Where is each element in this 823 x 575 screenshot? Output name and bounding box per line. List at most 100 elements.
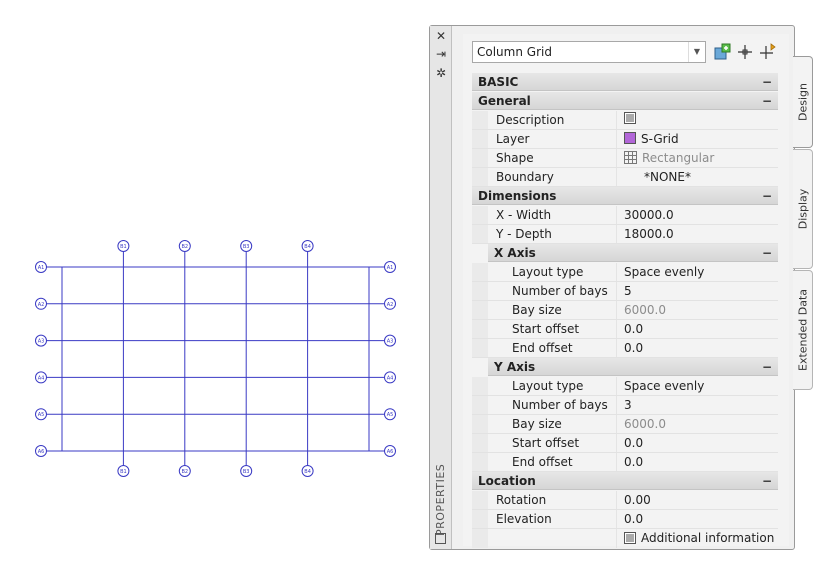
grid-bubble-label[interactable]: A2 xyxy=(387,302,394,308)
object-type-dropdown[interactable]: Column Grid ▼ xyxy=(472,41,706,63)
property-value[interactable]: 0.0 xyxy=(624,320,643,339)
tab-extended-data[interactable]: Extended Data xyxy=(793,270,813,390)
column-divider xyxy=(616,320,617,338)
column-divider xyxy=(616,111,617,129)
grid-boundary[interactable] xyxy=(61,266,370,452)
property-value[interactable]: 6000.0 xyxy=(624,301,666,320)
collapse-icon[interactable]: − xyxy=(762,244,772,262)
palette-settings-icon[interactable]: ✲ xyxy=(434,66,448,80)
property-row-rotation[interactable]: Rotation 0.00 xyxy=(472,491,778,510)
property-label: Layer xyxy=(496,132,530,146)
property-value[interactable]: 0.00 xyxy=(624,491,651,510)
property-row[interactable]: Bay size 6000.0 xyxy=(472,415,778,434)
grid-bubble-label[interactable]: B2 xyxy=(181,469,188,475)
property-value[interactable]: 18000.0 xyxy=(624,225,674,244)
collapse-icon[interactable]: − xyxy=(762,472,772,490)
grid-bubble-label[interactable]: A3 xyxy=(38,339,45,345)
description-button[interactable] xyxy=(624,111,636,130)
add-object-icon[interactable] xyxy=(713,43,731,61)
description-icon[interactable] xyxy=(624,112,636,124)
property-value[interactable]: Space evenly xyxy=(624,377,704,396)
property-row-shape[interactable]: Shape Rectangular xyxy=(472,149,778,168)
section-dimensions[interactable]: Dimensions − xyxy=(472,187,778,205)
grid-bubble-label[interactable]: A6 xyxy=(38,449,45,455)
property-row-boundary[interactable]: Boundary *NONE* xyxy=(472,168,778,187)
section-basic[interactable]: BASIC − xyxy=(472,73,778,91)
property-row[interactable]: Start offset 0.0 xyxy=(472,320,778,339)
column-grid-drawing[interactable]: A1 A1 A2 A2 A3 A3 A4 A4 A5 A5 A6 A6 B1 B1 B2 B2 B3 B3 B4 B4 xyxy=(0,0,430,572)
property-row-description[interactable]: Description xyxy=(472,111,778,130)
grid-bubble-label[interactable]: A4 xyxy=(38,375,45,381)
grid-bubble-label[interactable]: A4 xyxy=(387,375,394,381)
row-gutter xyxy=(472,168,488,186)
grid-bubble-label[interactable]: B2 xyxy=(181,244,188,250)
property-row[interactable]: Number of bays 5 xyxy=(472,282,778,301)
grid-bubble-label[interactable]: A1 xyxy=(38,265,45,271)
section-location[interactable]: Location − xyxy=(472,472,778,490)
property-value[interactable]: Space evenly xyxy=(624,263,704,282)
grid-bubble-label[interactable]: B1 xyxy=(120,244,127,250)
tab-design[interactable]: Design xyxy=(793,56,813,148)
collapse-icon[interactable]: − xyxy=(762,92,772,110)
property-value[interactable]: 0.0 xyxy=(624,510,643,529)
row-gutter xyxy=(472,149,488,167)
additional-information-row[interactable]: Additional information xyxy=(472,529,778,548)
layer-value[interactable]: S-Grid xyxy=(624,130,679,149)
property-row-y-depth[interactable]: Y - Depth 18000.0 xyxy=(472,225,778,244)
collapse-icon[interactable]: − xyxy=(762,187,772,205)
collapse-icon[interactable]: − xyxy=(762,358,772,376)
property-row[interactable]: End offset 0.0 xyxy=(472,453,778,472)
property-label: Shape xyxy=(496,151,534,165)
quick-select-icon[interactable] xyxy=(759,43,777,61)
grid-bubble-label[interactable]: B4 xyxy=(304,469,311,475)
collapse-icon[interactable]: − xyxy=(762,73,772,91)
grid-bubble-label[interactable]: A1 xyxy=(387,265,394,271)
property-row[interactable]: End offset 0.0 xyxy=(472,339,778,358)
tab-display[interactable]: Display xyxy=(793,149,813,269)
property-row-x-width[interactable]: X - Width 30000.0 xyxy=(472,206,778,225)
section-general[interactable]: General − xyxy=(472,92,778,110)
grid-bubble-label[interactable]: A5 xyxy=(38,412,45,418)
property-value[interactable]: 6000.0 xyxy=(624,415,666,434)
grid-bubble-label[interactable]: B3 xyxy=(243,244,250,250)
auto-hide-icon[interactable]: ⇥ xyxy=(434,47,448,61)
section-title: Location xyxy=(478,474,536,488)
chevron-down-icon[interactable]: ▼ xyxy=(688,42,705,62)
property-value[interactable]: 3 xyxy=(624,396,632,415)
grid-bubble-label[interactable]: A6 xyxy=(387,449,394,455)
property-row[interactable]: Number of bays 3 xyxy=(472,396,778,415)
property-row-elevation[interactable]: Elevation 0.0 xyxy=(472,510,778,529)
boundary-value[interactable]: *NONE* xyxy=(644,168,691,187)
grid-bubble-label[interactable]: A3 xyxy=(387,339,394,345)
column-divider xyxy=(616,415,617,433)
drawing-canvas[interactable]: A1 A1 A2 A2 A3 A3 A4 A4 A5 A5 A6 A6 B1 B1 B2 B2 B3 B3 B4 B4 xyxy=(0,0,430,572)
grid-bubble-label[interactable]: B3 xyxy=(243,469,250,475)
palette-options-icon[interactable] xyxy=(435,533,446,544)
property-row[interactable]: Bay size 6000.0 xyxy=(472,301,778,320)
property-value[interactable]: 5 xyxy=(624,282,632,301)
shape-value[interactable]: Rectangular xyxy=(624,149,714,168)
property-value[interactable]: 0.0 xyxy=(624,339,643,358)
column-divider xyxy=(616,225,617,243)
property-value[interactable]: 30000.0 xyxy=(624,206,674,225)
property-value[interactable]: 0.0 xyxy=(624,434,643,453)
palette-title-strip[interactable]: ✕ ⇥ ✲ PROPERTIES xyxy=(430,26,452,549)
property-row[interactable]: Layout type Space evenly xyxy=(472,263,778,282)
pick-point-icon[interactable] xyxy=(736,43,754,61)
property-row[interactable]: Start offset 0.0 xyxy=(472,434,778,453)
property-row-layer[interactable]: Layer S-Grid xyxy=(472,130,778,149)
close-icon[interactable]: ✕ xyxy=(434,29,448,43)
property-value[interactable]: 0.0 xyxy=(624,453,643,472)
additional-information-button[interactable]: Additional information xyxy=(624,529,774,548)
section-x-axis[interactable]: X Axis − xyxy=(488,244,778,262)
column-divider xyxy=(616,301,617,319)
grid-bubble-label[interactable]: A2 xyxy=(38,302,45,308)
layer-name: S-Grid xyxy=(641,132,679,146)
grid-bubble-label[interactable]: B4 xyxy=(304,244,311,250)
grid-bubble-label[interactable]: A5 xyxy=(387,412,394,418)
x-axis-rows: Layout type Space evenly Number of bays 5 Ba… xyxy=(472,263,778,358)
section-y-axis[interactable]: Y Axis − xyxy=(488,358,778,376)
property-row[interactable]: Layout type Space evenly xyxy=(472,377,778,396)
property-label: X - Width xyxy=(496,208,552,222)
grid-bubble-label[interactable]: B1 xyxy=(120,469,127,475)
